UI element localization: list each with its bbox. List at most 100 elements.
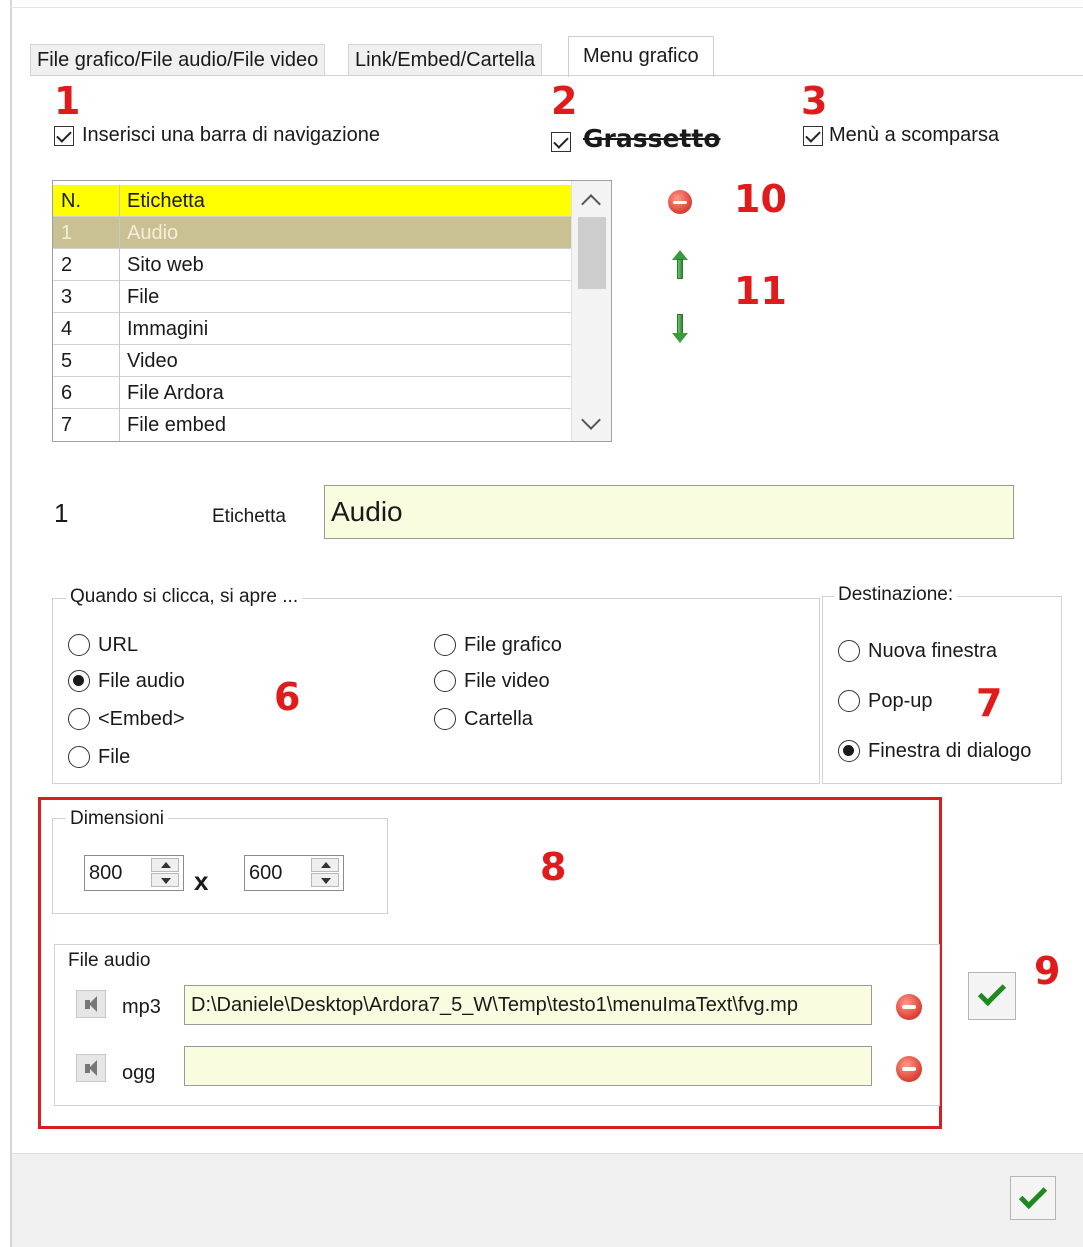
list-item[interactable]: 6 File Ardora	[53, 377, 571, 409]
width-stepper[interactable]: 800	[84, 855, 184, 891]
header-separator	[119, 185, 120, 217]
width-value: 800	[89, 862, 123, 884]
final-ok-button[interactable]	[1010, 1176, 1056, 1220]
tab-strip: File grafico/File audio/File video Link/…	[30, 36, 1083, 77]
dropdown-menu-label: Menù a scomparsa	[829, 124, 1000, 146]
dimensions-title: Dimensioni	[66, 808, 168, 830]
annotation-1: 1	[54, 79, 81, 123]
radio-embed-label: <Embed>	[98, 708, 185, 730]
item-number: 1	[61, 222, 73, 244]
row-separator	[119, 377, 120, 409]
bold-checkbox[interactable]	[551, 132, 571, 152]
ogg-path-input[interactable]	[184, 1046, 872, 1086]
width-spin-buttons[interactable]	[151, 858, 181, 888]
remove-ogg-button[interactable]	[896, 1056, 922, 1082]
item-number: 5	[61, 350, 73, 372]
current-item-number: 1	[54, 498, 69, 528]
row-separator	[119, 217, 120, 249]
item-label: Audio	[127, 222, 179, 244]
height-stepper[interactable]: 600	[244, 855, 344, 891]
row-separator	[119, 313, 120, 345]
radio-file[interactable]	[68, 746, 90, 768]
height-value: 600	[249, 862, 283, 884]
header-number: N.	[61, 190, 81, 212]
item-label: File Ardora	[127, 382, 224, 404]
move-up-icon[interactable]	[672, 250, 688, 280]
ogg-label: ogg	[122, 1062, 156, 1084]
footer-bar	[12, 1153, 1083, 1247]
bold-label: Grassetto	[583, 124, 721, 153]
radio-finestra-dialogo[interactable]	[838, 740, 860, 762]
tab-divider	[30, 75, 1083, 76]
height-spin-buttons[interactable]	[311, 858, 341, 888]
radio-cartella[interactable]	[434, 708, 456, 730]
annotation-10: 10	[734, 177, 787, 221]
tab-menu-grafico[interactable]: Menu grafico	[568, 36, 714, 77]
radio-file-grafico-label: File grafico	[464, 634, 562, 656]
remove-mp3-button[interactable]	[896, 994, 922, 1020]
chevron-down-icon[interactable]	[581, 410, 601, 430]
list-item[interactable]: 4 Immagini	[53, 313, 571, 345]
row-separator	[119, 249, 120, 281]
window-top-border	[10, 0, 1083, 8]
nav-bar-label: Inserisci una barra di navigazione	[82, 124, 380, 146]
list-scrollbar[interactable]	[571, 181, 611, 441]
mp3-path-input[interactable]: D:\Daniele\Desktop\Ardora7_5_W\Temp\test…	[184, 985, 872, 1025]
list-item[interactable]: 2 Sito web	[53, 249, 571, 281]
annotation-9: 9	[1034, 949, 1061, 993]
radio-nuova-finestra-label: Nuova finestra	[868, 640, 997, 662]
list-item[interactable]: 1 Audio	[53, 217, 571, 249]
radio-file-audio-label: File audio	[98, 670, 185, 692]
row-separator	[119, 281, 120, 313]
remove-item-button[interactable]	[668, 190, 692, 214]
item-label: File embed	[127, 414, 226, 436]
mp3-label: mp3	[122, 996, 161, 1018]
move-down-icon[interactable]	[672, 314, 688, 344]
header-label: Etichetta	[127, 190, 205, 212]
label-input[interactable]: Audio	[324, 485, 1014, 539]
list-item[interactable]: 3 File	[53, 281, 571, 313]
radio-file-video[interactable]	[434, 670, 456, 692]
radio-file-label: File	[98, 746, 131, 768]
ok-check-icon	[1018, 1180, 1048, 1210]
item-number: 6	[61, 382, 73, 404]
row-separator	[119, 409, 120, 441]
item-label: Immagini	[127, 318, 209, 340]
radio-file-grafico[interactable]	[434, 634, 456, 656]
radio-embed[interactable]	[68, 708, 90, 730]
radio-url[interactable]	[68, 634, 90, 656]
item-label: Sito web	[127, 254, 204, 276]
window-left-border	[10, 0, 12, 1247]
on-click-title: Quando si clicca, si apre ...	[66, 586, 303, 608]
tab-file-grafico[interactable]: File grafico/File audio/File video	[30, 44, 326, 76]
annotation-3: 3	[801, 79, 828, 123]
list-item[interactable]: 7 File embed	[53, 409, 571, 441]
nav-bar-checkbox[interactable]	[54, 126, 74, 146]
speaker-icon[interactable]	[76, 990, 106, 1018]
chevron-up-icon[interactable]	[581, 194, 601, 214]
dropdown-menu-checkbox[interactable]	[803, 126, 823, 146]
tab-link-embed[interactable]: Link/Embed/Cartella	[348, 44, 543, 76]
menu-items-list[interactable]: N. Etichetta 1 Audio 2 Sito web 3 File 4…	[52, 180, 612, 442]
radio-file-audio[interactable]	[68, 670, 90, 692]
confirm-item-button[interactable]	[968, 972, 1016, 1020]
speaker-icon[interactable]	[76, 1054, 106, 1082]
radio-finestra-dialogo-label: Finestra di dialogo	[868, 740, 1032, 762]
ok-check-icon	[977, 977, 1007, 1007]
label-caption: Etichetta	[212, 506, 286, 527]
item-number: 3	[61, 286, 73, 308]
audio-files-title: File audio	[64, 950, 155, 972]
radio-popup[interactable]	[838, 690, 860, 712]
item-label: File	[127, 286, 160, 308]
item-label: Video	[127, 350, 178, 372]
radio-popup-label: Pop-up	[868, 690, 933, 712]
scrollbar-thumb[interactable]	[578, 217, 606, 289]
radio-nuova-finestra[interactable]	[838, 640, 860, 662]
item-number: 7	[61, 414, 73, 436]
annotation-11: 11	[734, 269, 787, 313]
destination-title: Destinazione:	[834, 584, 958, 606]
dimension-separator: x	[194, 866, 209, 896]
list-item[interactable]: 5 Video	[53, 345, 571, 377]
radio-cartella-label: Cartella	[464, 708, 533, 730]
radio-url-label: URL	[98, 634, 139, 656]
